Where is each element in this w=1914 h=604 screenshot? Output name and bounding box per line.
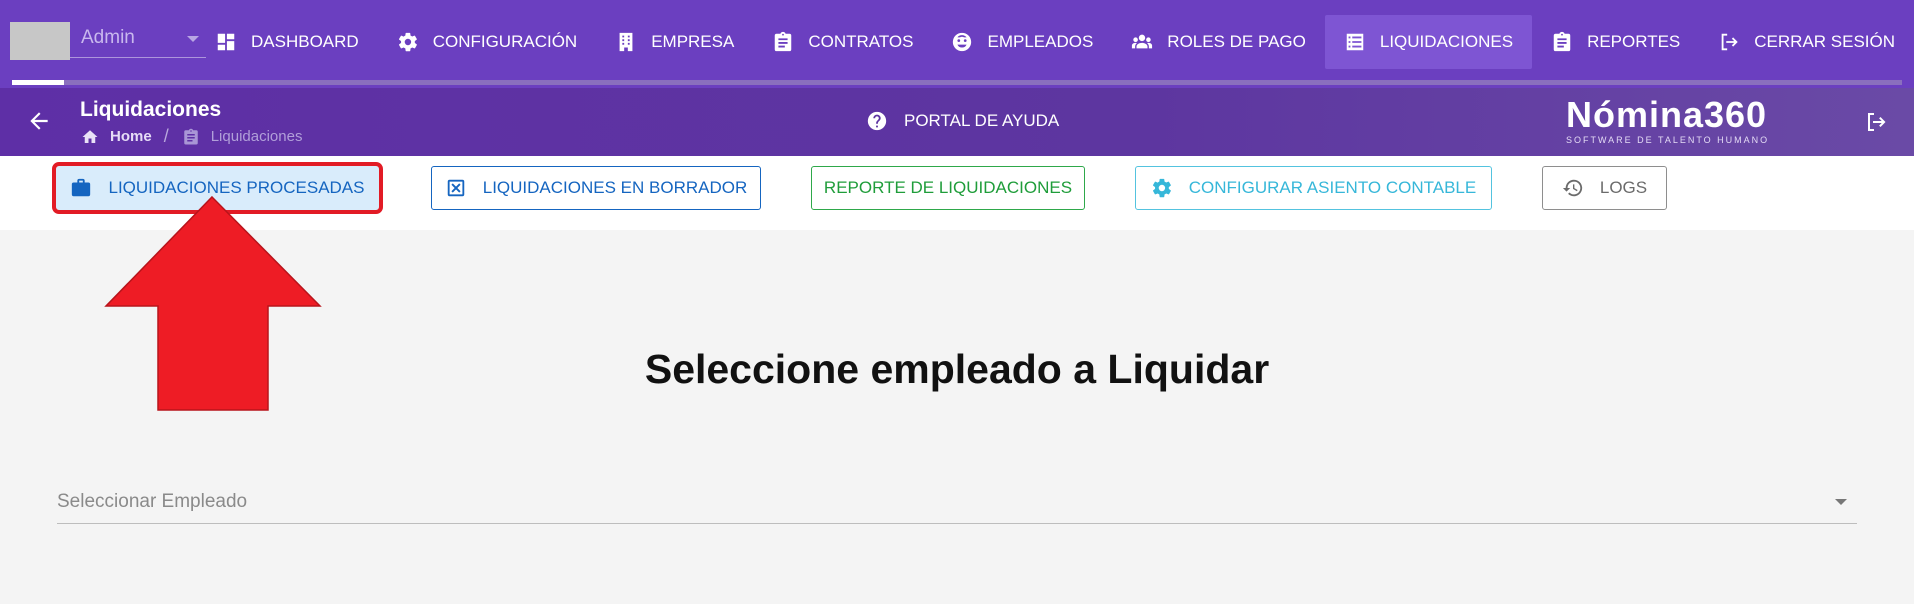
page-title: Liquidaciones [80,98,222,121]
nav-item-label: REPORTES [1587,32,1681,51]
brand-logo-name: Nómina360 [1566,94,1768,135]
draft-settlements-button[interactable]: LIQUIDACIONES EN BORRADOR [431,166,761,210]
nav-item-contratos[interactable]: CONTRATOS [753,15,932,69]
nav-item-configuracion[interactable]: CONFIGURACIÓN [378,15,597,69]
list-icon [1346,33,1364,51]
history-icon [1562,179,1583,197]
brand-logo-tagline: SOFTWARE DE TALENTO HUMANO [1566,135,1770,145]
nav-item-reportes[interactable]: REPORTES [1532,15,1699,69]
logs-label: LOGS [1599,178,1648,197]
gear-icon [398,32,417,52]
employee-face-icon [953,32,972,52]
configure-accounting-entry-button[interactable]: CONFIGURAR ASIENTO CONTABLE [1135,166,1492,210]
breadcrumb: Home / Liquidaciones [80,126,302,147]
main-heading: Seleccione empleado a Liquidar [644,346,1270,392]
nav-item-label: EMPLEADOS [987,32,1094,51]
nav-item-roles-de-pago[interactable]: ROLES DE PAGO [1112,15,1325,69]
top-navbar: Admin DASHBOARD CONFIGURACIÓN EMPRESA CO… [0,0,1914,88]
breadcrumb-home[interactable]: Home [110,128,152,145]
page-header: Liquidaciones Home / Liquidaciones PORTA… [0,88,1914,156]
nav-item-label: LIQUIDACIONES [1379,32,1514,51]
clipboard-icon [775,31,792,52]
employee-select[interactable]: Seleccionar Empleado [57,479,1857,524]
nav-item-label: DASHBOARD [251,32,359,51]
help-circle-icon [867,111,887,131]
nav-item-label: ROLES DE PAGO [1167,32,1306,51]
settlements-report-label: REPORTE DE LIQUIDACIONES [823,178,1073,197]
building-icon [619,32,633,52]
nav-item-label: CONTRATOS [808,32,914,51]
breadcrumb-current: Liquidaciones [210,128,303,145]
home-icon [82,129,98,143]
configure-accounting-entry-label: CONFIGURAR ASIENTO CONTABLE [1188,178,1477,197]
nav-item-dashboard[interactable]: DASHBOARD [196,15,378,69]
draft-settlements-label: LIQUIDACIONES EN BORRADOR [482,178,748,197]
gear-icon [1152,178,1171,198]
briefcase-icon [72,178,91,197]
dashboard-icon [217,33,235,51]
loading-bar [12,80,1902,85]
help-portal-link[interactable]: PORTAL DE AYUDA [866,110,1059,132]
employee-select-placeholder: Seleccionar Empleado [57,491,248,512]
main-nav: DASHBOARD CONFIGURACIÓN EMPRESA CONTRATO… [196,15,1914,69]
nav-item-label: CERRAR SESIÓN [1754,32,1896,51]
breadcrumb-separator: / [163,126,169,146]
logout-icon [1721,33,1738,51]
loading-bar-fill [12,80,64,85]
clipboard-icon [183,128,198,144]
nav-item-empresa[interactable]: EMPRESA [596,15,753,69]
logs-button[interactable]: LOGS [1542,166,1667,210]
avatar [10,22,70,60]
chevron-down-icon [1835,499,1847,505]
clipboard-icon [1553,31,1571,52]
help-portal-label: PORTAL DE AYUDA [904,111,1060,130]
nav-item-cerrar-sesion[interactable]: CERRAR SESIÓN [1699,15,1914,69]
back-arrow-icon[interactable] [26,108,52,134]
nav-item-label: EMPRESA [651,32,735,51]
settlements-report-button[interactable]: REPORTE DE LIQUIDACIONES [811,166,1085,210]
logout-icon[interactable] [1864,110,1888,134]
nav-item-label: CONFIGURACIÓN [432,32,578,51]
brand-logo: Nómina360 SOFTWARE DE TALENTO HUMANO [1566,94,1770,146]
users-icon [1132,34,1153,49]
close-box-icon [447,179,464,197]
nav-item-liquidaciones[interactable]: LIQUIDACIONES [1324,15,1533,69]
user-name: Admin [81,27,135,48]
user-menu[interactable]: Admin [10,20,206,60]
nav-item-empleados[interactable]: EMPLEADOS [932,15,1112,69]
